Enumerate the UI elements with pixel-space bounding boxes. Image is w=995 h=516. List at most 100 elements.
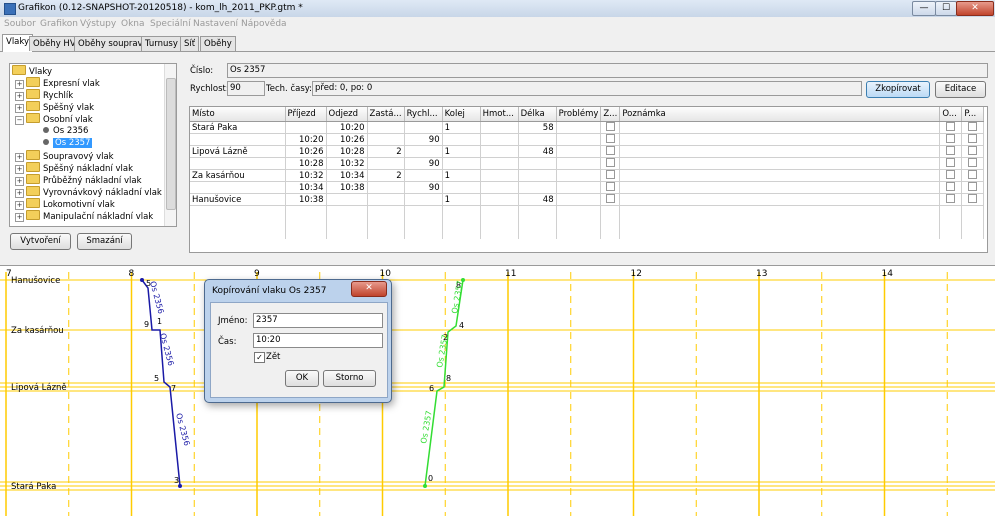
dialog-close-button[interactable]: ✕ — [351, 281, 387, 297]
tree-item-os-2356[interactable]: Os 2356 — [43, 125, 88, 137]
cell-checkbox[interactable] — [968, 134, 978, 143]
table-cell[interactable]: 10:20 — [285, 133, 327, 146]
table-cell[interactable] — [619, 145, 941, 158]
table-cell[interactable] — [600, 193, 621, 206]
ok-button[interactable]: OK — [285, 370, 319, 387]
tab-turnusy[interactable]: Turnusy — [141, 36, 182, 51]
table-cell[interactable] — [367, 193, 405, 206]
expand-icon[interactable]: + — [15, 165, 24, 174]
table-cell[interactable] — [480, 181, 519, 194]
table-row[interactable]: 10:28 10:32 90 — [190, 157, 985, 170]
number-field[interactable]: Os 2357 — [227, 63, 988, 78]
table-cell[interactable] — [442, 181, 481, 194]
table-cell[interactable]: 10:26 — [326, 133, 368, 146]
table-cell[interactable]: 48 — [518, 145, 557, 158]
table-cell[interactable] — [556, 133, 602, 146]
cell-checkbox[interactable] — [605, 146, 615, 155]
tree-item-spesny[interactable]: Spěšný vlak — [26, 101, 94, 113]
table-cell[interactable]: 10:34 — [326, 169, 368, 182]
table-cell[interactable]: 1 — [442, 193, 481, 206]
cell-checkbox[interactable] — [605, 182, 615, 191]
tree-item-manipulacni[interactable]: Manipulační nákladní vlak — [26, 210, 153, 222]
tree-root[interactable]: Vlaky — [12, 65, 52, 77]
table-cell[interactable]: 1 — [442, 121, 481, 134]
expand-icon[interactable]: + — [15, 80, 24, 89]
table-cell[interactable] — [939, 169, 963, 182]
table-cell[interactable] — [556, 169, 602, 182]
tab-obehy-hv[interactable]: Oběhy HV — [29, 36, 80, 51]
table-row[interactable]: 10:34 10:38 90 — [190, 181, 985, 194]
table-cell[interactable] — [367, 133, 405, 146]
table-cell[interactable] — [619, 181, 941, 194]
menu-vystupy[interactable]: Výstupy — [80, 19, 116, 29]
table-cell[interactable] — [961, 181, 985, 194]
table-cell[interactable] — [939, 133, 963, 146]
cell-checkbox[interactable] — [605, 170, 615, 179]
menu-specialni[interactable]: Speciální — [150, 19, 191, 29]
expand-icon[interactable]: + — [15, 201, 24, 210]
table-cell[interactable]: 90 — [404, 133, 443, 146]
table-cell[interactable] — [518, 181, 557, 194]
cell-checkbox[interactable] — [968, 158, 978, 167]
table-cell[interactable] — [600, 157, 621, 170]
col-header[interactable]: Z... — [600, 107, 621, 122]
graph-canvas[interactable]: 7 8 9 10 11 12 13 14HanušoviceZa kasárňouLipová… — [0, 266, 995, 516]
table-cell[interactable]: 10:38 — [326, 181, 368, 194]
table-cell[interactable]: Lipová Lázně — [190, 145, 286, 158]
tree-scrollbar[interactable] — [164, 64, 176, 226]
table-cell[interactable] — [190, 133, 286, 146]
table-cell[interactable] — [404, 169, 443, 182]
table-cell[interactable] — [600, 121, 621, 134]
table-cell[interactable] — [556, 121, 602, 134]
menu-grafikon[interactable]: Grafikon — [40, 19, 78, 29]
table-cell[interactable] — [190, 157, 286, 170]
table-row[interactable]: Za kasárňou 10:32 10:34 2 1 — [190, 169, 985, 182]
cell-checkbox[interactable] — [968, 122, 978, 131]
table-cell[interactable]: Stará Paka — [190, 121, 286, 134]
cell-checkbox[interactable] — [605, 194, 615, 203]
name-input[interactable]: 2357 — [253, 313, 383, 328]
menu-okna[interactable]: Okna — [121, 19, 145, 29]
table-cell[interactable] — [190, 181, 286, 194]
table-cell[interactable] — [556, 181, 602, 194]
cell-checkbox[interactable] — [968, 194, 978, 203]
tree-item-prubezny[interactable]: Průběžný nákladní vlak — [26, 174, 142, 186]
copy-button[interactable]: Zkopírovat — [866, 81, 930, 98]
tab-obehy-souprav[interactable]: Oběhy souprav — [74, 36, 147, 51]
menu-soubor[interactable]: Soubor — [4, 19, 36, 29]
col-header[interactable]: P... — [961, 107, 985, 122]
cell-checkbox[interactable] — [968, 170, 978, 179]
table-cell[interactable]: 90 — [404, 181, 443, 194]
table-cell[interactable] — [939, 121, 963, 134]
tree-item-soupravovy[interactable]: Soupravový vlak — [26, 150, 114, 162]
tech-field[interactable]: před: 0, po: 0 — [312, 81, 862, 96]
table-cell[interactable] — [556, 145, 602, 158]
table-cell[interactable] — [939, 193, 963, 206]
table-cell[interactable] — [442, 157, 481, 170]
table-cell[interactable] — [404, 145, 443, 158]
col-header[interactable]: Hmot... — [480, 107, 519, 122]
col-header[interactable]: Délka — [518, 107, 557, 122]
table-cell[interactable] — [961, 133, 985, 146]
table-cell[interactable] — [619, 193, 941, 206]
cell-checkbox[interactable] — [946, 170, 956, 179]
scroll-thumb[interactable] — [166, 78, 176, 210]
table-cell[interactable] — [961, 121, 985, 134]
table-cell[interactable] — [961, 169, 985, 182]
tree-item-vyrovnavkovy[interactable]: Vyrovnávkový nákladní vlak — [26, 186, 162, 198]
table-cell[interactable]: 10:26 — [285, 145, 327, 158]
table-cell[interactable]: 48 — [518, 193, 557, 206]
table-cell[interactable]: 1 — [442, 145, 481, 158]
table-row[interactable]: 10:20 10:26 90 — [190, 133, 985, 146]
speed-field[interactable]: 90 — [227, 81, 265, 96]
minimize-button[interactable]: — — [912, 1, 936, 16]
table-cell[interactable] — [404, 193, 443, 206]
table-cell[interactable] — [939, 181, 963, 194]
col-header[interactable]: Místo — [190, 107, 286, 122]
table-cell[interactable] — [404, 121, 443, 134]
table-row[interactable]: Stará Paka 10:20 1 58 — [190, 121, 985, 134]
tree-item-os-2357[interactable]: Os 2357 — [43, 137, 93, 149]
tree-item-expresni[interactable]: Expresní vlak — [26, 77, 100, 89]
tree-item-rychlik[interactable]: Rychlík — [26, 89, 73, 101]
tab-obehy[interactable]: Oběhy — [200, 36, 236, 51]
